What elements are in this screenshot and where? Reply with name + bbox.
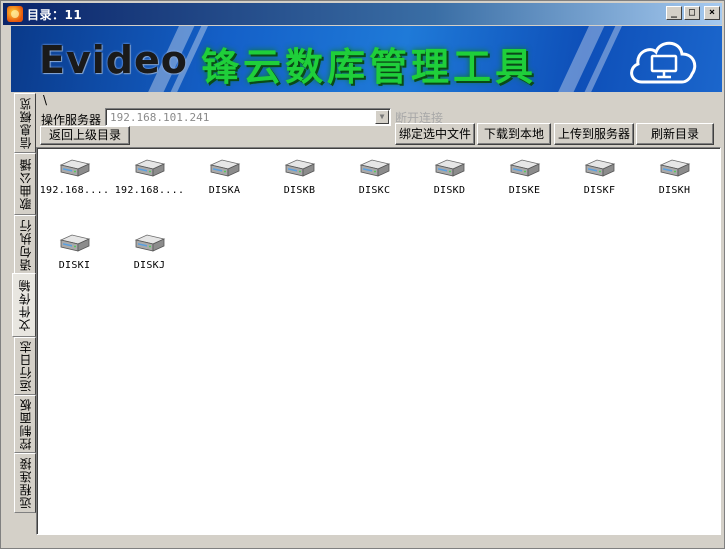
- file-item[interactable]: DISKB: [262, 154, 337, 229]
- server-select-value: 192.168.101.241: [110, 111, 210, 124]
- file-item[interactable]: DISKC: [337, 154, 412, 229]
- app-banner: Evideo 锋云数库管理工具: [11, 26, 722, 92]
- banner-title: 锋云数库管理工具: [201, 45, 538, 89]
- file-item-label: DISKC: [358, 185, 391, 196]
- file-item[interactable]: 192.168....: [112, 154, 187, 229]
- vertical-tab-strip: 信息概览 歌曲公播 语句执行 文件传输 运行日志 控制面板 远程连接: [12, 93, 36, 513]
- hard-drive-icon: [284, 159, 315, 177]
- file-item[interactable]: DISKI: [37, 229, 112, 304]
- file-item[interactable]: DISKJ: [112, 229, 187, 304]
- file-item-label: DISKI: [58, 260, 91, 271]
- tab-label: 控制面板: [18, 398, 33, 450]
- file-item[interactable]: DISKE: [487, 154, 562, 229]
- tab-label: 语句执行: [18, 219, 33, 271]
- tab-sql-execute[interactable]: 语句执行: [14, 215, 36, 275]
- file-item[interactable]: DISKA: [187, 154, 262, 229]
- file-grid: 192.168.... 192.168.... DISKA DISKB DISK…: [37, 154, 717, 304]
- file-item-label: 192.168....: [39, 185, 110, 196]
- up-directory-button[interactable]: 返回上级目录: [40, 126, 130, 145]
- tab-run-log[interactable]: 运行日志: [14, 337, 36, 395]
- tab-label: 文件传输: [17, 279, 32, 331]
- cloud-monitor-icon: [630, 41, 697, 84]
- maximize-button[interactable]: □: [684, 6, 700, 20]
- file-list-pane[interactable]: 192.168.... 192.168.... DISKA DISKB DISK…: [36, 147, 721, 535]
- tab-control-panel[interactable]: 控制面板: [14, 395, 36, 453]
- brand-logo: Evideo: [39, 38, 188, 82]
- tab-label: 运行日志: [18, 340, 33, 392]
- download-button[interactable]: 下载到本地: [477, 123, 551, 145]
- tab-file-transfer[interactable]: 文件传输: [12, 273, 36, 337]
- hard-drive-icon: [209, 159, 240, 177]
- hard-drive-icon: [434, 159, 465, 177]
- tab-info-overview[interactable]: 信息概览: [14, 93, 36, 153]
- server-select[interactable]: 192.168.101.241 ▼: [105, 108, 391, 126]
- title-bar[interactable]: 目录：11 _ □ ×: [3, 3, 722, 25]
- tab-label: 远程连接: [18, 457, 33, 509]
- close-button[interactable]: ×: [704, 6, 720, 20]
- current-path: \: [43, 93, 48, 107]
- window-controls: _ □ ×: [666, 6, 720, 20]
- file-item-label: DISKB: [283, 185, 316, 196]
- refresh-button[interactable]: 刷新目录: [636, 123, 714, 145]
- tab-song-broadcast[interactable]: 歌曲公播: [14, 153, 36, 215]
- hard-drive-icon: [59, 159, 90, 177]
- status-strip: [11, 537, 723, 545]
- file-item[interactable]: DISKD: [412, 154, 487, 229]
- file-item-label: DISKH: [658, 185, 691, 196]
- hard-drive-icon: [584, 159, 615, 177]
- hard-drive-icon: [659, 159, 690, 177]
- hard-drive-icon: [59, 234, 90, 252]
- hard-drive-icon: [359, 159, 390, 177]
- chevron-down-icon[interactable]: ▼: [375, 110, 389, 124]
- hard-drive-icon: [509, 159, 540, 177]
- file-item[interactable]: 192.168....: [37, 154, 112, 229]
- tab-label: 歌曲公播: [18, 158, 33, 210]
- app-icon: [7, 6, 23, 22]
- bind-selected-button[interactable]: 绑定选中文件: [395, 123, 475, 145]
- tab-remote-connect[interactable]: 远程连接: [14, 453, 36, 513]
- file-item[interactable]: DISKF: [562, 154, 637, 229]
- hard-drive-icon: [134, 159, 165, 177]
- file-item-label: DISKE: [508, 185, 541, 196]
- upload-button[interactable]: 上传到服务器: [554, 123, 634, 145]
- file-item-label: DISKD: [433, 185, 466, 196]
- tab-label: 信息概览: [18, 97, 33, 149]
- main-window: 目录：11 _ □ × Evideo 锋云数库管理工具 信息概览 歌曲公播 语句…: [0, 0, 725, 549]
- minimize-button[interactable]: _: [666, 6, 682, 20]
- file-item-label: DISKJ: [133, 260, 166, 271]
- file-item-label: DISKF: [583, 185, 616, 196]
- file-item-label: 192.168....: [114, 185, 185, 196]
- hard-drive-icon: [134, 234, 165, 252]
- file-item-label: DISKA: [208, 185, 241, 196]
- file-item[interactable]: DISKH: [637, 154, 712, 229]
- window-title: 目录：11: [27, 7, 83, 22]
